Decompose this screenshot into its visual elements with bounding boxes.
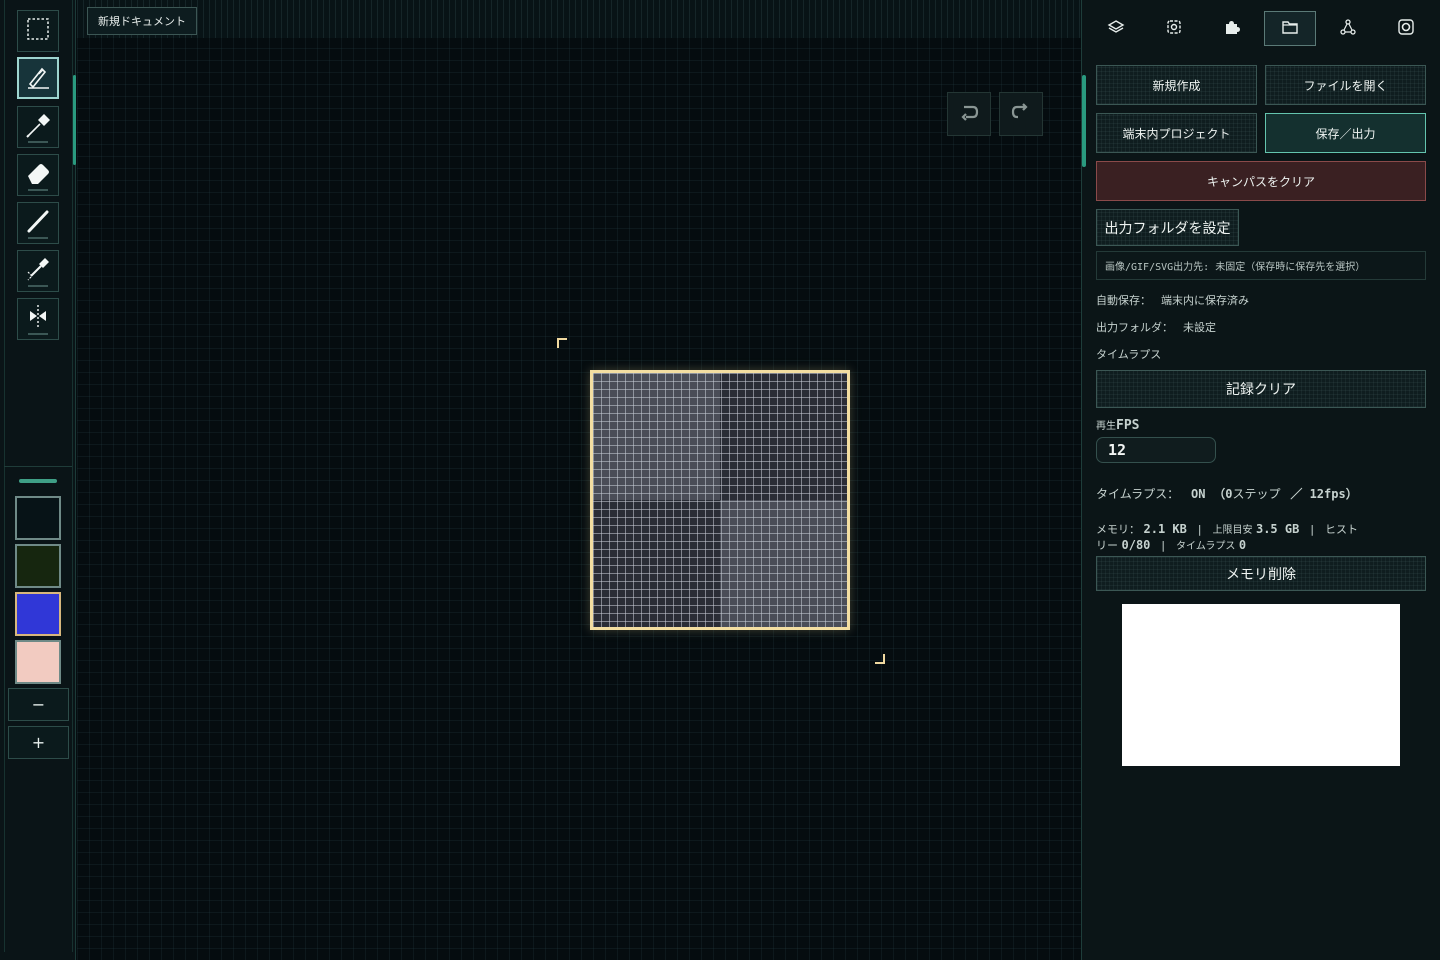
undo-icon: [958, 101, 980, 127]
selection-corner-bottom-right: [875, 654, 885, 664]
history-label-a: ヒスト: [1324, 523, 1358, 536]
autosave-value: 端末内に保存済み: [1161, 294, 1249, 307]
color-swatch-1[interactable]: [15, 496, 61, 540]
sidebar-rail-left: [4, 0, 5, 952]
tool-mirror-button[interactable]: [17, 298, 59, 340]
memory-value: 2.1 KB: [1143, 522, 1187, 536]
drawing-canvas[interactable]: [590, 370, 850, 630]
timelapse-rate: ／ 12fps）: [1290, 487, 1358, 501]
delete-memory-button[interactable]: メモリ削除: [1096, 556, 1426, 591]
timelapse-status-label: タイムラプス：: [1096, 487, 1180, 501]
tool-select-button[interactable]: [17, 10, 59, 52]
selection-corner-top-left: [557, 338, 567, 348]
eyedropper-icon: [23, 110, 53, 144]
open-file-button[interactable]: ファイルを開く: [1265, 65, 1426, 105]
set-output-folder-button[interactable]: 出力フォルダを設定: [1096, 209, 1239, 246]
tool-fill-button[interactable]: [17, 250, 59, 292]
new-button[interactable]: 新規作成: [1096, 65, 1257, 105]
output-path-display: 画像/GIF/SVG出力先: 未固定（保存時に保存先を選択）: [1096, 251, 1426, 280]
tab-record[interactable]: [1380, 11, 1432, 46]
output-folder-status: 出力フォルダ： 未設定: [1096, 319, 1216, 335]
canvas-workspace[interactable]: 新規ドキュメント: [77, 0, 1081, 960]
tool-line-button[interactable]: [17, 202, 59, 244]
redo-icon: [1010, 101, 1032, 127]
color-swatch-4[interactable]: [15, 640, 61, 684]
color-swatch-3[interactable]: [15, 592, 61, 636]
color-swatch-2[interactable]: [15, 544, 61, 588]
tab-files[interactable]: [1264, 11, 1316, 46]
autosave-label: 自動保存：: [1096, 294, 1151, 307]
nodes-icon: [1339, 18, 1357, 40]
timelapse-state: ON: [1191, 487, 1206, 501]
timelapse-status: タイムラプス： ON （0ステップ ／ 12fps）: [1096, 485, 1358, 502]
brush-size-increase-button[interactable]: +: [8, 726, 69, 759]
marquee-select-icon: [23, 14, 53, 48]
line-icon: [23, 206, 53, 240]
save-export-button[interactable]: 保存／出力: [1265, 113, 1426, 153]
tool-eraser-button[interactable]: [17, 154, 59, 196]
toolbar-divider: [4, 466, 72, 467]
timelapse-steps-label: ステップ: [1232, 487, 1281, 501]
puzzle-icon: [1223, 18, 1241, 40]
clear-record-button[interactable]: 記録クリア: [1096, 370, 1426, 408]
timelapse-memory-label: タイムラプス: [1176, 541, 1236, 552]
fps-input[interactable]: 12: [1096, 437, 1216, 463]
clear-canvas-button[interactable]: キャンパスをクリア: [1096, 161, 1426, 201]
mirror-icon: [23, 302, 53, 336]
fps-label-suffix: FPS: [1116, 418, 1140, 433]
history-value: 0/80: [1121, 538, 1151, 552]
document-tab-bar: [77, 0, 1081, 38]
timelapse-memory-value: 0: [1238, 538, 1247, 552]
local-projects-button[interactable]: 端末内プロジェクト: [1096, 113, 1257, 153]
tool-eyedropper-button[interactable]: [17, 106, 59, 148]
tab-nodes[interactable]: [1322, 11, 1374, 46]
memory-separator: |: [1159, 539, 1167, 552]
fps-label-prefix: 再生: [1096, 421, 1116, 432]
settings-icon: [1165, 18, 1183, 40]
redo-button[interactable]: [999, 92, 1043, 136]
tool-underline: [28, 333, 48, 335]
undo-button[interactable]: [947, 92, 991, 136]
timelapse-open: （0: [1213, 487, 1233, 501]
brush-size-decrease-button[interactable]: −: [8, 688, 69, 721]
record-icon: [1397, 18, 1415, 40]
memory-label: メモリ：: [1096, 523, 1140, 536]
memory-separator: |: [1196, 523, 1203, 536]
timelapse-heading: タイムラプス: [1096, 348, 1162, 361]
history-label-b: リー: [1096, 539, 1118, 552]
tool-underline: [28, 141, 48, 143]
fps-label: 再生FPS: [1096, 417, 1139, 433]
memory-limit-value: 3.5 GB: [1255, 522, 1300, 536]
tool-sidebar: − +: [0, 0, 76, 960]
output-folder-value: 未設定: [1183, 321, 1216, 334]
document-tab[interactable]: 新規ドキュメント: [87, 7, 197, 35]
tab-layers[interactable]: [1090, 11, 1142, 46]
workspace-scroll-indicator[interactable]: [73, 75, 76, 165]
pen-icon: [23, 61, 53, 95]
memory-status-line2: リー 0/80 | タイムラプス 0: [1096, 537, 1246, 553]
tool-underline: [28, 237, 48, 239]
tab-plugins[interactable]: [1206, 11, 1258, 46]
output-folder-label: 出力フォルダ：: [1096, 321, 1173, 334]
folder-icon: [1281, 18, 1299, 40]
palette-resize-handle[interactable]: [19, 479, 57, 483]
tool-underline: [28, 285, 48, 287]
autosave-status: 自動保存： 端末内に保存済み: [1096, 292, 1249, 308]
eraser-icon: [23, 158, 53, 192]
memory-limit-label: 上限目安: [1212, 525, 1253, 536]
tab-settings[interactable]: [1148, 11, 1200, 46]
timelapse-preview: [1122, 604, 1400, 766]
layers-icon: [1107, 18, 1125, 40]
memory-status-line1: メモリ： 2.1 KB | 上限目安 3.5 GB | ヒスト: [1096, 521, 1358, 537]
panel-scroll-indicator[interactable]: [1082, 75, 1086, 167]
bucket-fill-icon: [23, 254, 53, 288]
tool-pen-button[interactable]: [17, 57, 59, 99]
tool-underline: [28, 189, 48, 191]
memory-separator: |: [1308, 523, 1316, 536]
